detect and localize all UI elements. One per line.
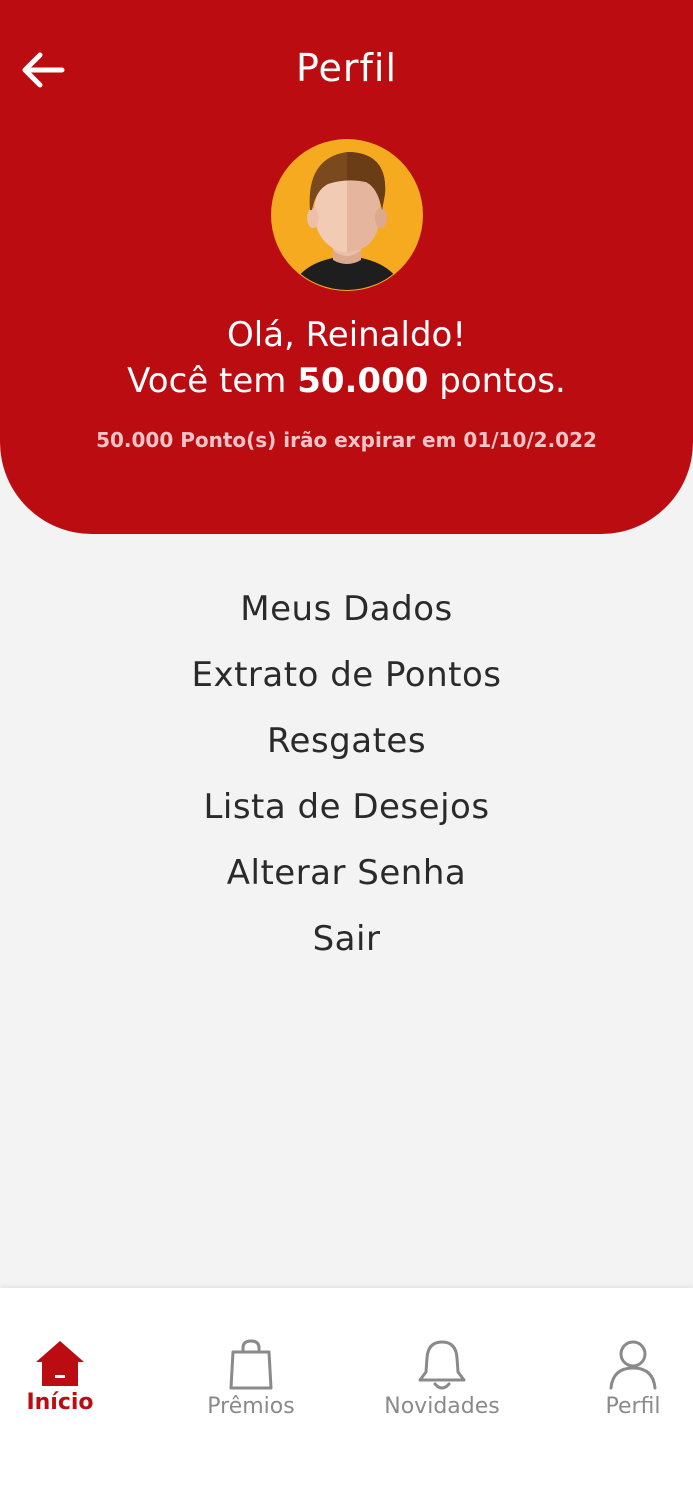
tab-premios[interactable]: Prêmios — [191, 1338, 311, 1419]
profile-header: Perfil Olá, Reinaldo! Você tem 50.000 po… — [0, 0, 693, 534]
points-value: 50.000 — [297, 361, 429, 401]
menu-item-extrato-de-pontos[interactable]: Extrato de Pontos — [0, 646, 693, 712]
menu-item-lista-de-desejos[interactable]: Lista de Desejos — [0, 778, 693, 844]
shopping-bag-icon — [229, 1339, 273, 1390]
menu-item-meus-dados[interactable]: Meus Dados — [0, 580, 693, 646]
avatar-icon — [271, 139, 423, 291]
page-title: Perfil — [295, 46, 398, 90]
greeting-text: Olá, Reinaldo! — [227, 315, 466, 355]
points-prefix: Você tem — [127, 361, 298, 401]
tab-perfil[interactable]: Perfil — [573, 1338, 693, 1419]
points-suffix: pontos. — [428, 361, 566, 401]
user-icon — [609, 1340, 657, 1390]
menu-item-alterar-senha[interactable]: Alterar Senha — [0, 844, 693, 910]
bottom-tab-bar: Início Prêmios Novidades Perfil — [0, 1288, 693, 1500]
tab-inicio[interactable]: Início — [0, 1338, 120, 1415]
bell-icon — [418, 1340, 466, 1390]
avatar — [270, 138, 424, 292]
home-icon — [36, 1341, 84, 1386]
points-summary: Você tem 50.000 pontos. — [0, 358, 693, 404]
tab-label-premios: Prêmios — [207, 1394, 295, 1419]
points-expiration-note: 50.000 Ponto(s) irão expirar em 01/10/2.… — [96, 428, 597, 452]
menu-item-sair[interactable]: Sair — [0, 910, 693, 976]
tab-label-novidades: Novidades — [384, 1394, 500, 1419]
tab-novidades[interactable]: Novidades — [382, 1338, 502, 1419]
tab-label-inicio: Início — [26, 1390, 94, 1415]
profile-menu: Meus Dados Extrato de Pontos Resgates Li… — [0, 580, 693, 976]
tab-label-perfil: Perfil — [605, 1394, 661, 1419]
menu-item-resgates[interactable]: Resgates — [0, 712, 693, 778]
